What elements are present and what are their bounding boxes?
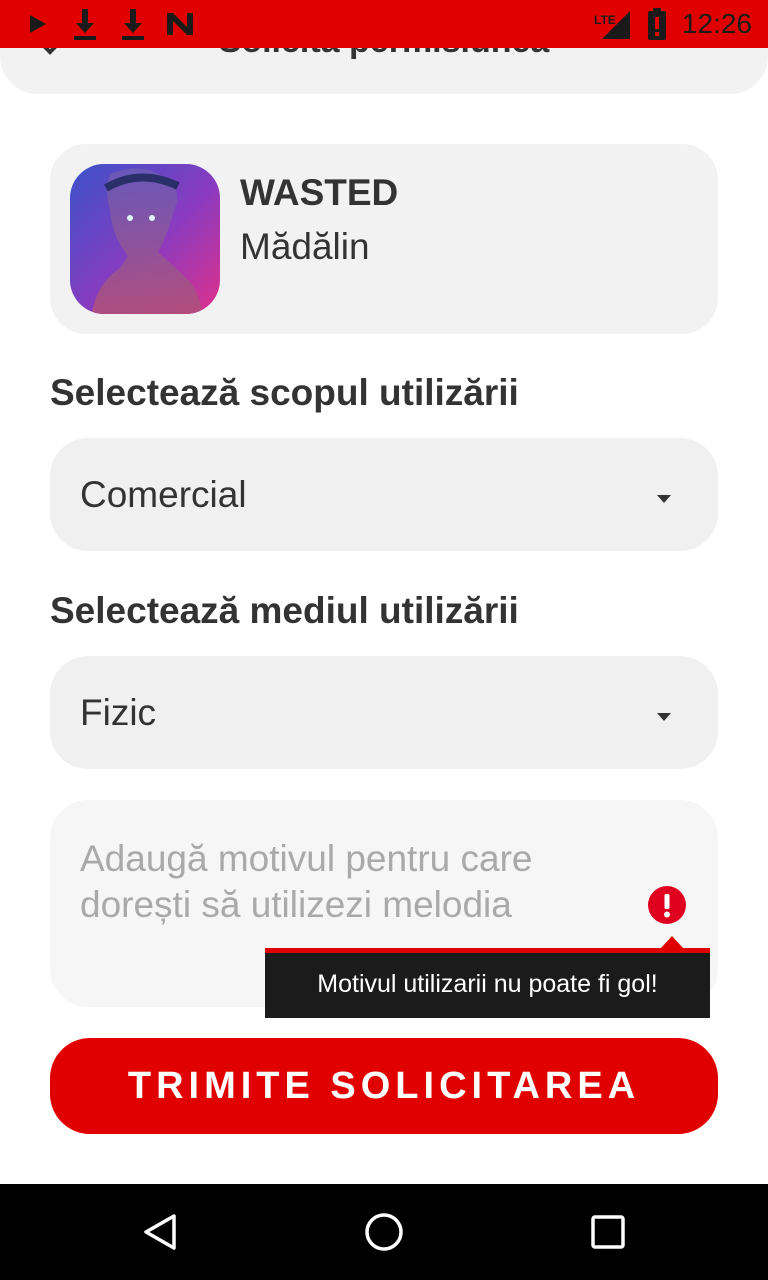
n-app-icon bbox=[164, 0, 196, 48]
usage-scope-value: Comercial bbox=[80, 474, 247, 515]
song-title: WASTED bbox=[240, 172, 399, 213]
recents-icon[interactable] bbox=[560, 1184, 656, 1280]
download-icon bbox=[70, 0, 100, 48]
tooltip-accent-line bbox=[265, 948, 710, 953]
back-icon[interactable] bbox=[112, 1184, 208, 1280]
usage-scope-label: Selectează scopul utilizării bbox=[50, 372, 519, 413]
battery-alert-icon bbox=[646, 0, 668, 48]
submit-request-button[interactable]: TRIMITE SOLICITAREA bbox=[50, 1038, 718, 1134]
reason-placeholder: Adaugă motivul pentru care dorești să ut… bbox=[80, 838, 533, 925]
song-artwork bbox=[70, 164, 220, 314]
status-bar: LTE 12:26 bbox=[0, 0, 768, 48]
tooltip-pointer bbox=[661, 936, 683, 948]
home-icon[interactable] bbox=[336, 1184, 432, 1280]
play-icon bbox=[24, 0, 52, 48]
artist-name: Mădălin bbox=[240, 226, 370, 267]
usage-scope-select[interactable]: Comercial bbox=[50, 438, 718, 551]
dropdown-caret-icon bbox=[656, 489, 672, 508]
lte-signal-icon: LTE bbox=[594, 0, 634, 48]
error-tooltip: Motivul utilizarii nu poate fi gol! bbox=[265, 936, 710, 1018]
navigation-bar bbox=[0, 1184, 768, 1280]
error-alert-icon bbox=[648, 886, 686, 924]
dropdown-caret-icon bbox=[656, 707, 672, 726]
download-icon bbox=[118, 0, 148, 48]
usage-medium-value: Fizic bbox=[80, 692, 157, 733]
status-time: 12:26 bbox=[681, 8, 752, 39]
usage-medium-label: Selectează mediul utilizării bbox=[50, 590, 519, 631]
error-message: Motivul utilizarii nu poate fi gol! bbox=[317, 970, 658, 998]
usage-medium-select[interactable]: Fizic bbox=[50, 656, 718, 769]
